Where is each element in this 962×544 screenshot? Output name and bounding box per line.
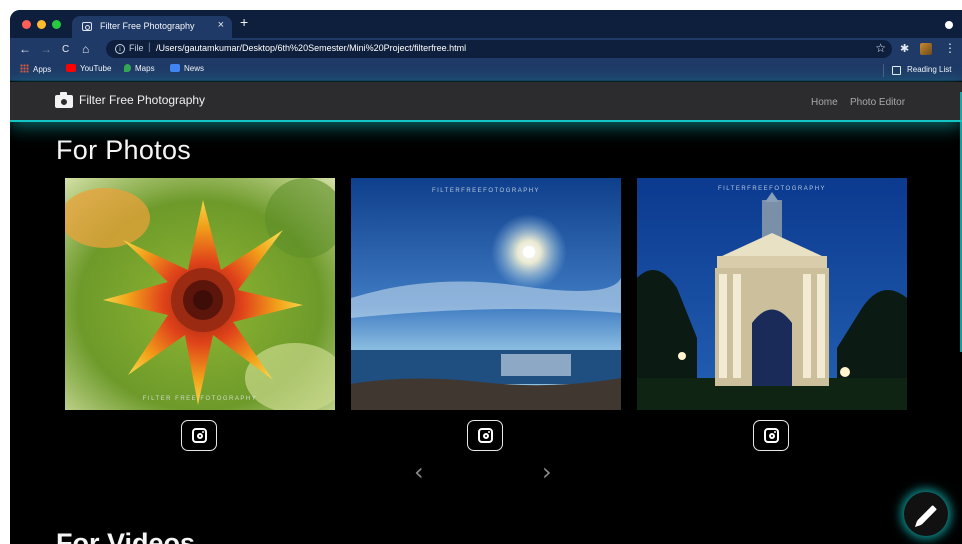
url-text[interactable]: /Users/gautamkumar/Desktop/6th%20Semeste… [156, 43, 466, 53]
tab-close-icon[interactable]: × [218, 19, 224, 31]
carousel-prev-arrow[interactable]: ‹ [414, 460, 424, 484]
bookmark-news[interactable]: News [170, 64, 204, 73]
browser-toolbar: ← → C ⌂ i File | /Users/gautamkumar/Desk… [10, 38, 962, 60]
zoom-window-button[interactable] [52, 20, 61, 29]
news-icon [170, 64, 180, 72]
home-button[interactable]: ⌂ [82, 41, 89, 57]
instagram-button-2[interactable] [467, 420, 503, 451]
web-page: Filter Free Photography Home Photo Edito… [10, 82, 962, 544]
photo-card-flower[interactable]: FILTER FREE FOTOGRAPHY [65, 178, 335, 410]
tab-title: Filter Free Photography [100, 21, 195, 31]
reading-list-icon[interactable] [892, 66, 901, 75]
photo-card-monument[interactable]: FILTERFREEFOTOGRAPHY [637, 178, 907, 410]
reading-list-button[interactable]: Reading List [907, 65, 951, 74]
photo-watermark: FILTERFREEFOTOGRAPHY [431, 188, 541, 194]
nav-link-home[interactable]: Home [811, 97, 838, 108]
pencil-icon [917, 505, 937, 525]
instagram-icon [478, 428, 493, 443]
brand-title: Filter Free Photography [79, 93, 206, 107]
bookmarks-bar: Apps YouTube Maps News Reading List [10, 60, 962, 81]
monument-photo [637, 178, 907, 410]
instagram-button-1[interactable] [181, 420, 217, 451]
extension-avatar-icon[interactable] [920, 43, 932, 55]
minimize-window-button[interactable] [37, 20, 46, 29]
bookmarks-divider [883, 64, 884, 77]
info-icon[interactable]: i [115, 44, 125, 54]
maps-icon [124, 64, 131, 72]
edit-fab-button[interactable] [904, 492, 948, 536]
site-navbar: Filter Free Photography Home Photo Edito… [10, 82, 962, 122]
photo-watermark: FILTERFREEFOTOGRAPHY [717, 186, 827, 192]
address-bar[interactable]: i File | /Users/gautamkumar/Desktop/6th%… [106, 40, 892, 58]
back-button[interactable]: ← [19, 41, 31, 57]
instagram-button-3[interactable] [753, 420, 789, 451]
url-scheme: File [129, 43, 144, 53]
bookmark-youtube[interactable]: YouTube [66, 64, 111, 73]
tab-strip: Filter Free Photography × + [10, 10, 962, 38]
reload-button[interactable]: C [62, 42, 69, 58]
profile-indicator-icon[interactable] [945, 21, 953, 29]
instagram-icon [764, 428, 779, 443]
photo-card-sea[interactable]: FILTERFREEFOTOGRAPHY [351, 178, 621, 410]
instagram-icon [192, 428, 207, 443]
new-tab-button[interactable]: + [240, 15, 248, 29]
tab-favicon-icon [82, 22, 92, 31]
browser-window: Filter Free Photography × + ← → C ⌂ i Fi… [10, 10, 962, 544]
nav-link-photo-editor[interactable]: Photo Editor [850, 97, 905, 108]
browser-tab[interactable]: Filter Free Photography × [72, 16, 232, 38]
sea-photo [351, 178, 621, 410]
bookmark-apps[interactable]: Apps [20, 64, 51, 74]
apps-grid-icon [20, 64, 29, 73]
forward-button[interactable]: → [40, 41, 52, 57]
next-section-title: For Videos [56, 528, 196, 544]
close-window-button[interactable] [22, 20, 31, 29]
flower-photo [65, 178, 335, 410]
bookmark-maps[interactable]: Maps [124, 64, 155, 73]
bookmark-star-icon[interactable]: ☆ [875, 41, 886, 55]
browser-menu-icon[interactable]: ⋮ [944, 41, 956, 55]
url-separator: | [148, 42, 151, 53]
youtube-icon [66, 64, 76, 72]
extensions-icon[interactable]: ✱ [900, 42, 909, 55]
section-title: For Photos [56, 135, 192, 165]
carousel-next-arrow[interactable]: › [542, 460, 552, 484]
photo-watermark: FILTER FREE FOTOGRAPHY [142, 396, 258, 402]
camera-icon [55, 92, 73, 108]
